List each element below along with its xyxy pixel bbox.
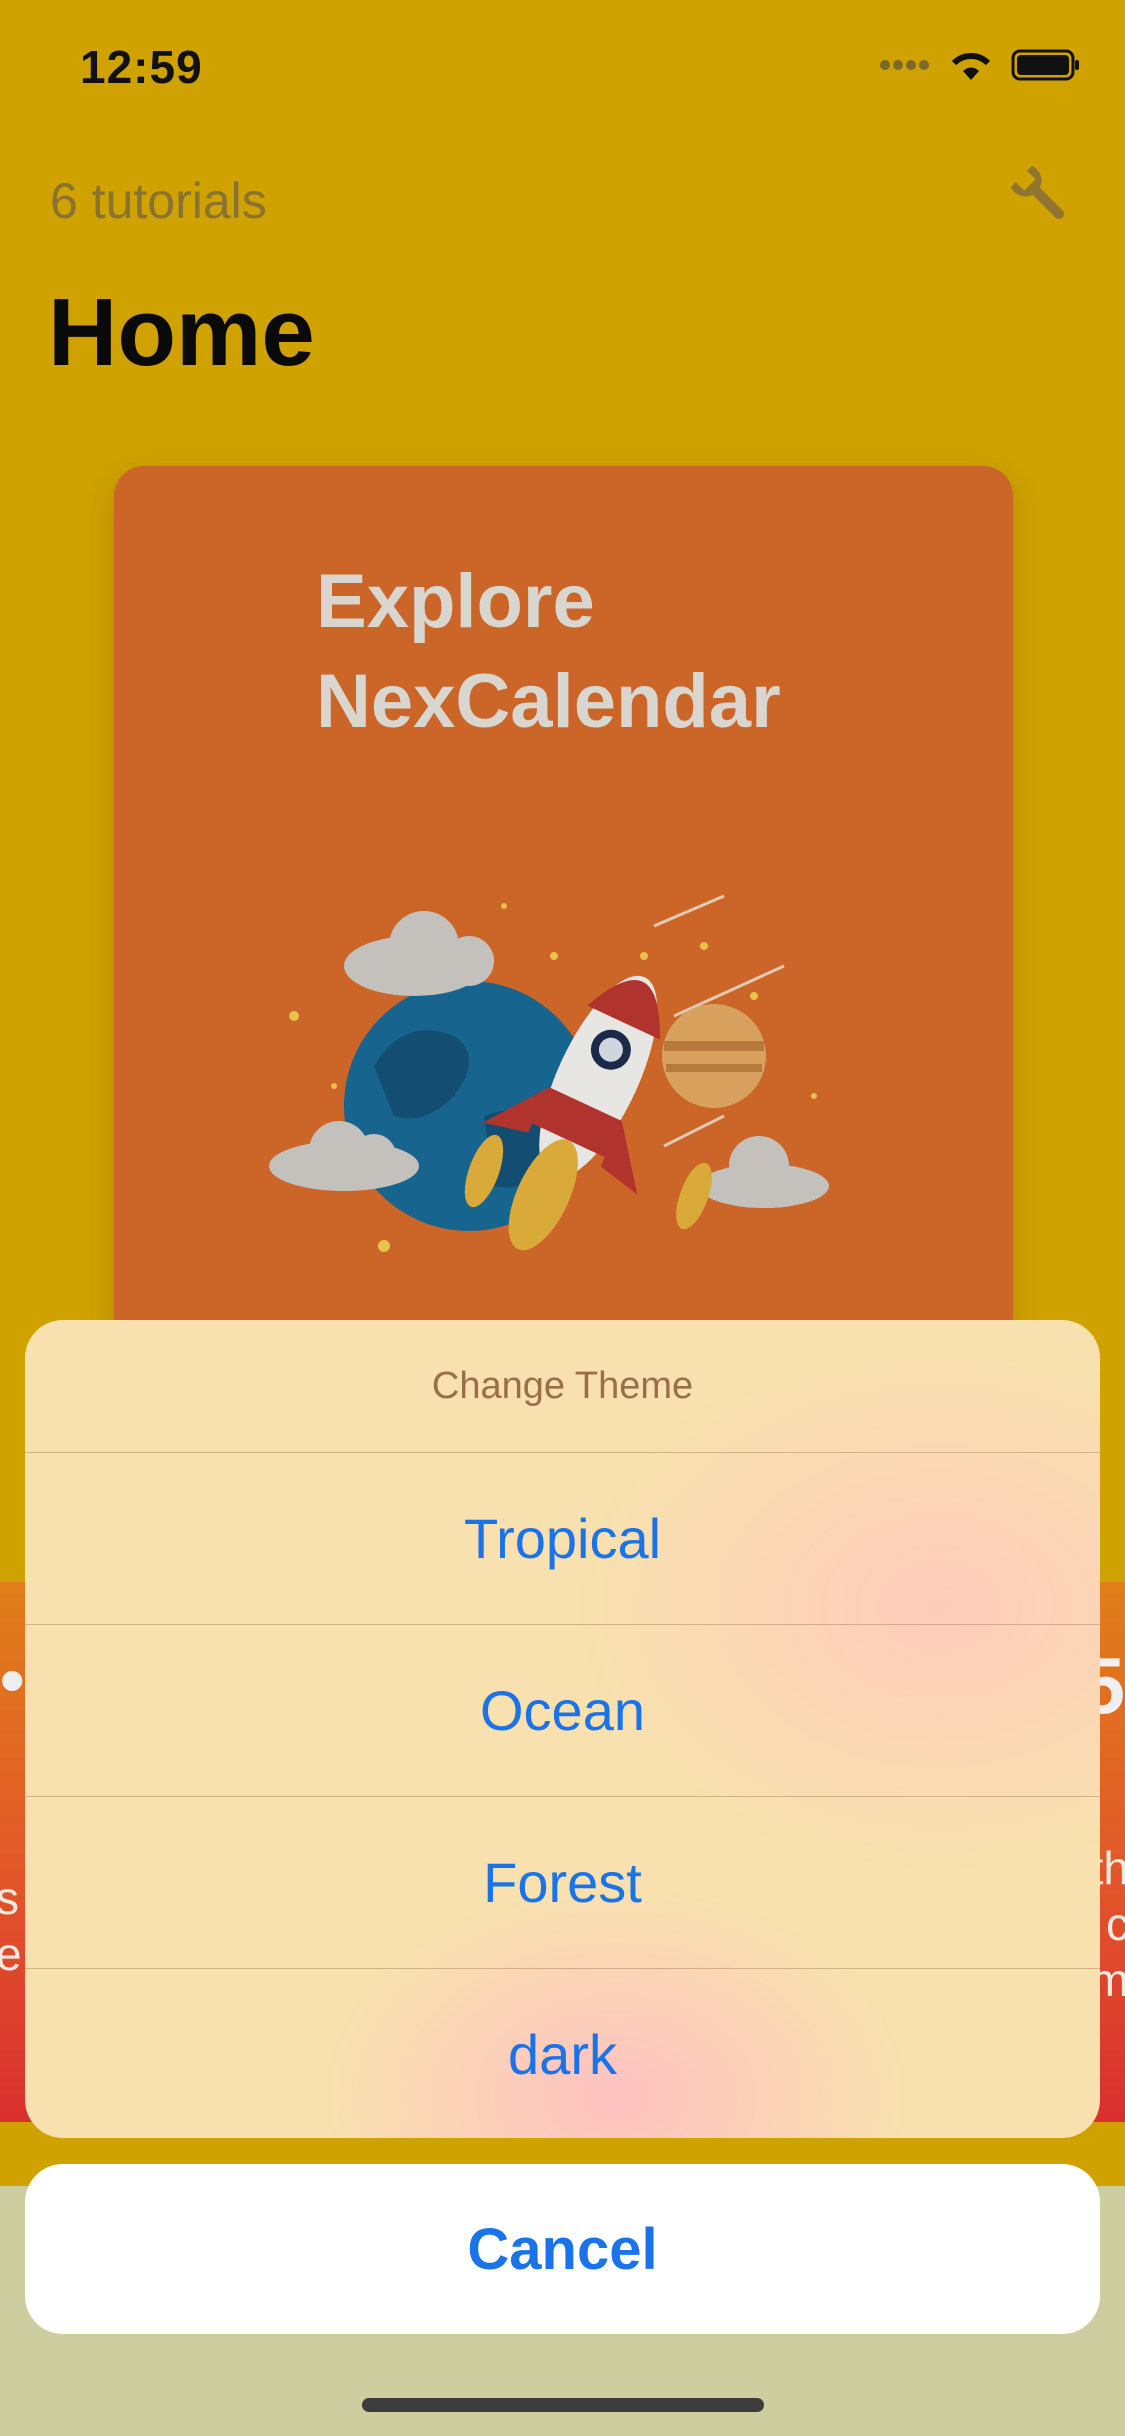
- cancel-button[interactable]: Cancel: [25, 2164, 1100, 2334]
- status-icons: [879, 48, 1081, 82]
- card-title: Explore NexCalendar: [316, 559, 781, 744]
- signal-icon: [880, 60, 929, 70]
- wrench-icon[interactable]: [1007, 162, 1077, 232]
- status-time: 12:59: [80, 41, 203, 93]
- theme-option-dark[interactable]: dark: [25, 1969, 1100, 2138]
- rocket-earth-illustration: [269, 894, 829, 1252]
- theme-option-ocean[interactable]: Ocean: [25, 1625, 1100, 1797]
- battery-icon: [1011, 49, 1079, 81]
- tutorials-count: 6 tutorials: [50, 173, 267, 229]
- page-title: Home: [48, 279, 315, 386]
- change-theme-sheet: Change Theme Tropical Ocean Forest dark: [25, 1320, 1100, 2138]
- wifi-icon: [951, 52, 991, 80]
- sheet-title: Change Theme: [25, 1320, 1100, 1453]
- theme-option-tropical[interactable]: Tropical: [25, 1453, 1100, 1625]
- theme-option-forest[interactable]: Forest: [25, 1797, 1100, 1969]
- left-card-heading: •: [0, 1641, 25, 1719]
- tutorial-card[interactable]: Explore NexCalendar: [114, 466, 1013, 1366]
- left-card-text: s e: [0, 1872, 22, 1980]
- home-indicator[interactable]: [362, 2398, 764, 2412]
